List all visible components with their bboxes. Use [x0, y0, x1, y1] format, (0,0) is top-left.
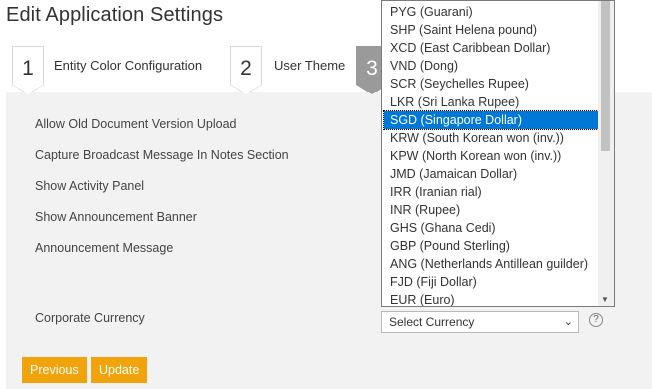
- help-icon[interactable]: ?: [589, 313, 603, 327]
- currency-option[interactable]: ANG (Netherlands Antillean guilder): [384, 255, 598, 273]
- currency-option[interactable]: VND (Dong): [384, 57, 598, 75]
- currency-option[interactable]: KRW (South Korean won (inv.)): [384, 129, 598, 147]
- currency-option[interactable]: LKR (Sri Lanka Rupee): [384, 93, 598, 111]
- dropdown-scrollbar[interactable]: ▼: [598, 1, 614, 306]
- currency-option[interactable]: JMD (Jamaican Dollar): [384, 165, 598, 183]
- page-title: Edit Application Settings: [6, 4, 224, 26]
- currency-option[interactable]: GHS (Ghana Cedi): [384, 219, 598, 237]
- currency-option[interactable]: FJD (Fiji Dollar): [384, 273, 598, 291]
- currency-option[interactable]: GBP (Pound Sterling): [384, 237, 598, 255]
- scroll-down-arrow-icon[interactable]: ▼: [601, 295, 609, 304]
- allow-old-document-label: Allow Old Document Version Upload: [35, 117, 237, 131]
- currency-dropdown-list[interactable]: PYG (Guarani) SHP (Saint Helena pound) X…: [381, 0, 615, 307]
- currency-option[interactable]: KPW (North Korean won (inv.)): [384, 147, 598, 165]
- currency-option[interactable]: IRR (Iranian rial): [384, 183, 598, 201]
- currency-select[interactable]: Select Currency ⌄: [381, 311, 579, 333]
- currency-select-value: Select Currency: [389, 315, 475, 329]
- step-number: 1: [12, 46, 44, 95]
- show-announcement-banner-label: Show Announcement Banner: [35, 210, 197, 224]
- update-button[interactable]: Update: [91, 357, 148, 383]
- show-activity-panel-label: Show Activity Panel: [35, 179, 145, 193]
- step-number: 2: [230, 46, 262, 95]
- corporate-currency-label: Corporate Currency: [35, 311, 145, 325]
- step-label: Entity Color Configuration: [54, 58, 203, 73]
- previous-button[interactable]: Previous: [22, 357, 87, 383]
- step-label: User Theme: [274, 58, 346, 73]
- currency-option-selected[interactable]: SGD (Singapore Dollar): [383, 110, 599, 130]
- currency-option[interactable]: INR (Rupee): [384, 201, 598, 219]
- chevron-down-icon: ⌄: [563, 316, 573, 328]
- currency-option[interactable]: XCD (East Caribbean Dollar): [384, 39, 598, 57]
- announcement-message-label: Announcement Message: [35, 241, 174, 255]
- scrollbar-thumb[interactable]: [601, 1, 610, 151]
- currency-option[interactable]: EUR (Euro): [384, 291, 598, 306]
- capture-broadcast-label: Capture Broadcast Message In Notes Secti…: [35, 148, 289, 162]
- currency-option[interactable]: SHP (Saint Helena pound): [384, 21, 598, 39]
- currency-option[interactable]: PYG (Guarani): [384, 3, 598, 21]
- currency-option[interactable]: SCR (Seychelles Rupee): [384, 75, 598, 93]
